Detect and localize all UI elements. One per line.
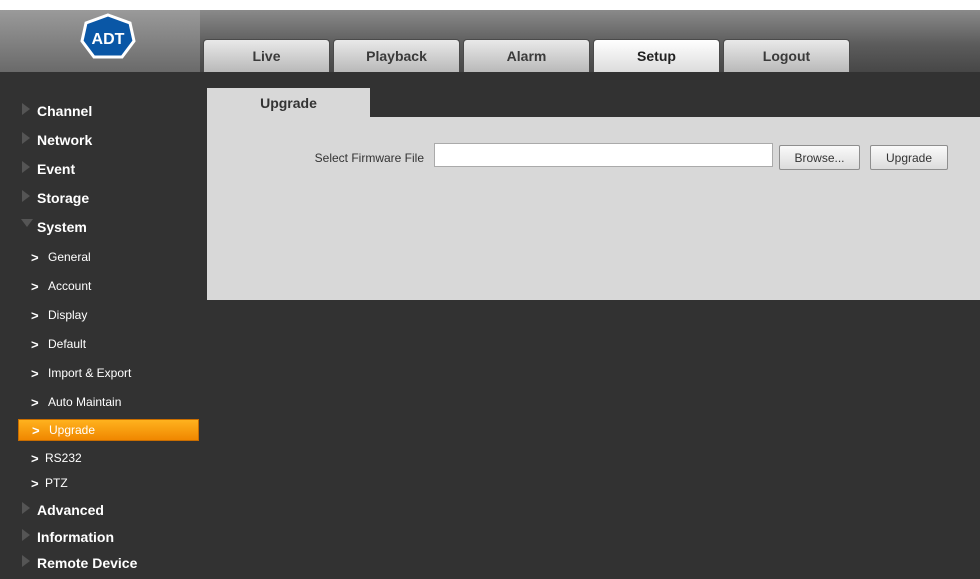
firmware-file-input[interactable]: [434, 143, 773, 167]
tab-setup[interactable]: Setup: [593, 39, 720, 72]
chevron-right-icon: >: [31, 365, 39, 381]
sidebar-item-label: System: [37, 219, 87, 235]
content-tab-upgrade[interactable]: Upgrade: [207, 88, 370, 117]
sidebar-item-advanced[interactable]: Advanced: [18, 498, 198, 522]
sidebar-subitem-display[interactable]: > Display: [18, 304, 199, 326]
sidebar-subitem-general[interactable]: > General: [18, 246, 199, 268]
sidebar-item-information[interactable]: Information: [18, 525, 198, 549]
top-border: [0, 0, 980, 10]
logo-text: ADT: [92, 31, 125, 48]
upgrade-button[interactable]: Upgrade: [870, 145, 948, 170]
chevron-right-icon: >: [31, 307, 39, 323]
collapsed-arrow-icon: [22, 555, 30, 567]
tab-alarm[interactable]: Alarm: [463, 39, 590, 72]
subitem-label: Auto Maintain: [48, 395, 122, 409]
collapsed-arrow-icon: [22, 103, 30, 115]
collapsed-arrow-icon: [22, 190, 30, 202]
collapsed-arrow-icon: [22, 132, 30, 144]
subitem-label: Account: [48, 279, 92, 293]
subitem-label: Import & Export: [48, 366, 132, 380]
sidebar-item-system[interactable]: System: [18, 215, 198, 239]
subitem-label: Default: [48, 337, 87, 351]
sidebar-subitem-ptz[interactable]: > PTZ: [18, 472, 199, 494]
sidebar-item-network[interactable]: Network: [18, 128, 198, 152]
sidebar-item-label: Information: [37, 529, 114, 545]
sidebar-item-event[interactable]: Event: [18, 157, 198, 181]
chevron-right-icon: >: [31, 336, 39, 352]
sidebar-subitem-upgrade[interactable]: > Upgrade: [18, 419, 199, 441]
subitem-label: PTZ: [45, 476, 68, 490]
sidebar-subitem-auto-maintain[interactable]: > Auto Maintain: [18, 391, 199, 413]
sidebar-item-storage[interactable]: Storage: [18, 186, 198, 210]
chevron-right-icon: >: [31, 475, 39, 491]
collapsed-arrow-icon: [22, 502, 30, 514]
sidebar-subitem-account[interactable]: > Account: [18, 275, 199, 297]
subitem-label: General: [48, 250, 91, 264]
tab-playback[interactable]: Playback: [333, 39, 460, 72]
tab-logout[interactable]: Logout: [723, 39, 850, 72]
sidebar-item-label: Network: [37, 132, 93, 148]
sidebar-subitem-rs232[interactable]: > RS232: [18, 447, 199, 469]
sidebar-item-remote-device[interactable]: Remote Device: [18, 551, 198, 575]
subitem-label: Display: [48, 308, 88, 322]
collapsed-arrow-icon: [22, 161, 30, 173]
sidebar-item-label: Storage: [37, 190, 90, 206]
adt-logo: ADT: [78, 13, 138, 63]
sidebar-item-label: Remote Device: [37, 555, 138, 571]
sidebar-subitem-import-export[interactable]: > Import & Export: [18, 362, 199, 384]
firmware-file-label: Select Firmware File: [314, 151, 424, 165]
chevron-right-icon: >: [31, 450, 39, 466]
sidebar-item-channel[interactable]: Channel: [18, 99, 198, 123]
sidebar-subitem-default[interactable]: > Default: [18, 333, 199, 355]
expanded-arrow-icon: [21, 219, 33, 227]
sidebar-item-label: Event: [37, 161, 76, 177]
chevron-right-icon: >: [31, 394, 39, 410]
subitem-label: Upgrade: [49, 423, 96, 437]
sidebar-item-label: Advanced: [37, 502, 104, 518]
sidebar-item-label: Channel: [37, 103, 93, 119]
collapsed-arrow-icon: [22, 529, 30, 541]
chevron-right-icon: >: [31, 278, 39, 294]
browse-button[interactable]: Browse...: [779, 145, 860, 170]
chevron-right-icon: >: [31, 249, 39, 265]
tab-live[interactable]: Live: [203, 39, 330, 72]
subitem-label: RS232: [45, 451, 82, 465]
chevron-right-icon: >: [32, 422, 40, 438]
